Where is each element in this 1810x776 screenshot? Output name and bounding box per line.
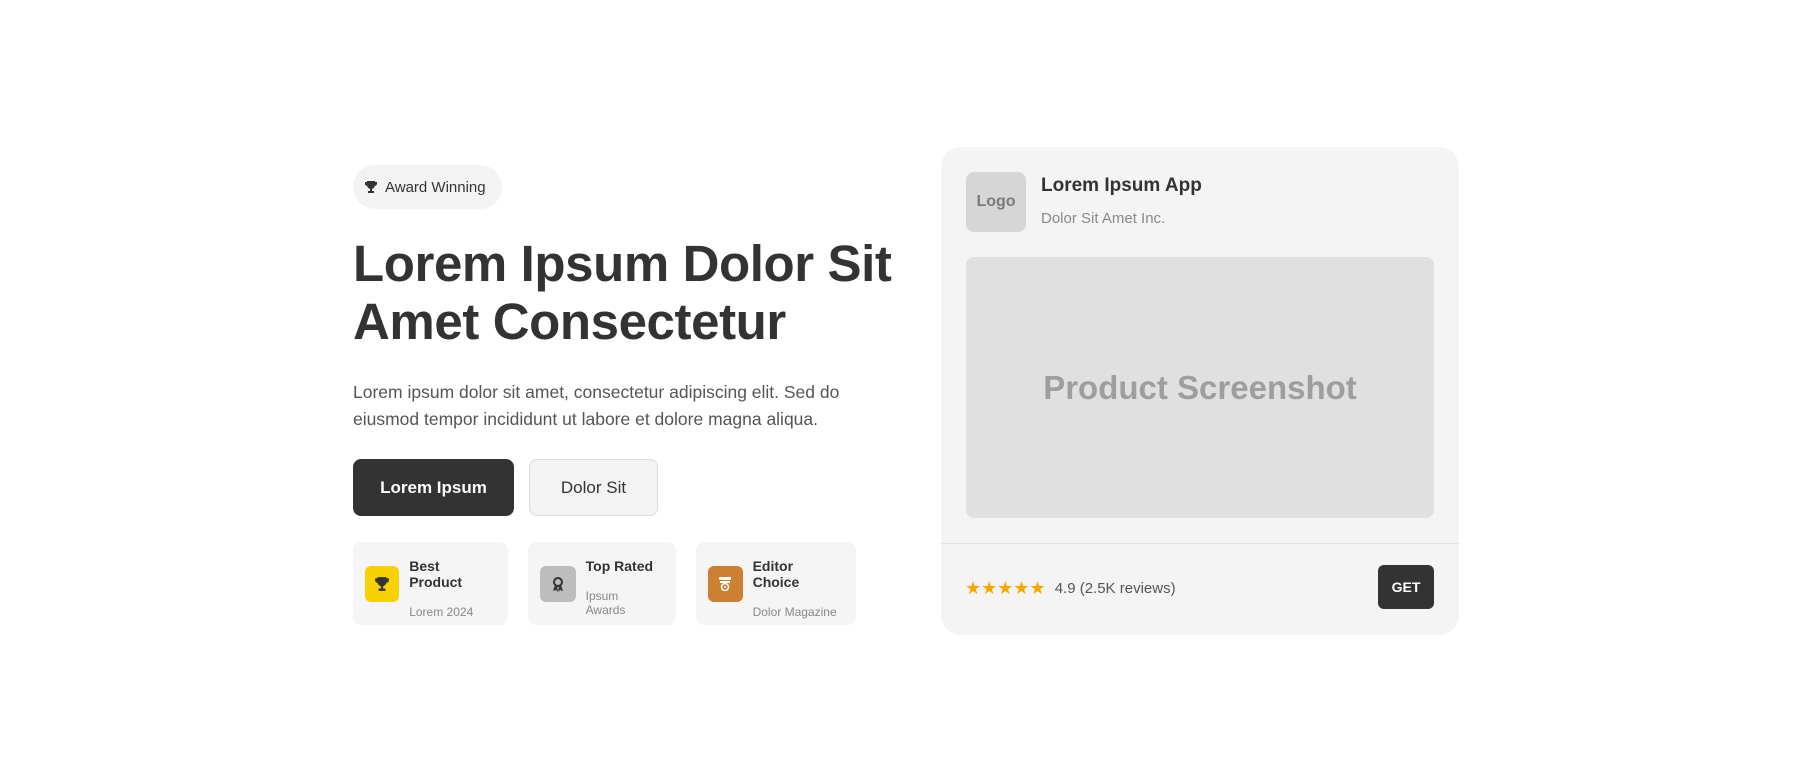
award-card-best-product: Best Product Lorem 2024	[353, 542, 508, 625]
star-rating-icon: ★★★★★	[965, 578, 1046, 598]
app-company: Dolor Sit Amet Inc.	[1041, 210, 1166, 227]
app-name: Lorem Ipsum App	[1041, 175, 1202, 196]
trophy-icon	[365, 566, 400, 602]
page-title: Lorem Ipsum Dolor Sit Amet Consectetur	[353, 235, 893, 351]
award-title: Editor Choice	[752, 558, 800, 590]
hero-buttons: Lorem Ipsum Dolor Sit	[353, 459, 893, 516]
headline-line-2: Amet Consectetur	[353, 293, 786, 350]
trophy-icon	[364, 180, 378, 194]
award-card-editor-choice: Editor Choice Dolor Magazine	[696, 542, 856, 625]
award-subtitle: Dolor Magazine	[752, 605, 837, 619]
primary-button[interactable]: Lorem Ipsum	[353, 459, 514, 516]
award-subtitle: Lorem 2024	[409, 605, 474, 619]
rating: ★★★★★ 4.9 (2.5K reviews)	[965, 578, 1176, 599]
card-divider	[941, 543, 1459, 544]
award-badge-label: Award Winning	[385, 178, 486, 196]
hero-section: Award Winning Lorem Ipsum Dolor Sit Amet…	[353, 165, 893, 625]
headline-line-1: Lorem Ipsum Dolor Sit	[353, 235, 892, 292]
editor-badge-icon	[708, 566, 743, 602]
award-title: Top Rated	[585, 558, 654, 574]
secondary-button[interactable]: Dolor Sit	[529, 459, 658, 516]
get-button[interactable]: GET	[1378, 565, 1434, 609]
rating-text: 4.9 (2.5K reviews)	[1054, 580, 1176, 597]
awards-list: Best Product Lorem 2024 Top Rated Ipsum …	[353, 542, 893, 625]
award-title: Best Product	[409, 558, 463, 590]
award-subtitle: Ipsum Awards	[585, 589, 626, 617]
award-badge: Award Winning	[353, 165, 502, 209]
app-logo: Logo	[966, 172, 1026, 232]
medal-icon	[540, 566, 576, 602]
product-screenshot: Product Screenshot	[966, 257, 1434, 518]
award-card-top-rated: Top Rated Ipsum Awards	[528, 542, 676, 625]
hero-description: Lorem ipsum dolor sit amet, consectetur …	[353, 382, 840, 429]
app-card-header: Logo Lorem Ipsum App Dolor Sit Amet Inc.	[966, 172, 1202, 232]
app-card: Logo Lorem Ipsum App Dolor Sit Amet Inc.…	[941, 147, 1459, 635]
